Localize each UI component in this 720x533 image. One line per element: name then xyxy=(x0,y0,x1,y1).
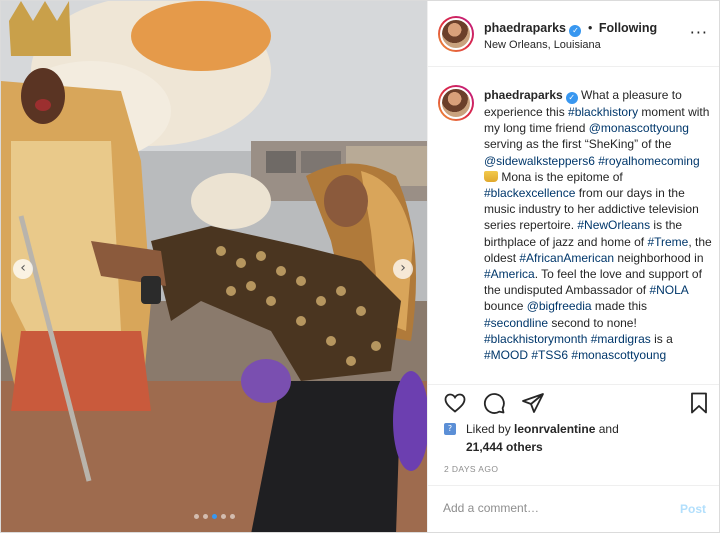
caption-hashtag-link[interactable]: #blackexcellence xyxy=(484,186,575,200)
caption-hashtag-link[interactable]: #TSS6 xyxy=(531,348,568,362)
following-button[interactable]: Following xyxy=(599,21,657,35)
caption-author-username[interactable]: phaedraparks xyxy=(484,88,563,102)
caption-text: neighborhood in xyxy=(614,250,704,265)
post-header: phaedraparks ✓ • Following New Orleans, … xyxy=(428,1,719,67)
caption-hashtag-link[interactable]: #secondline xyxy=(484,316,548,330)
post-side-panel: phaedraparks ✓ • Following New Orleans, … xyxy=(427,1,719,532)
carousel-prev-button[interactable]: ‹ xyxy=(13,259,33,279)
caption-section: phaedraparks ✓ What a pleasure to experie… xyxy=(428,67,719,383)
caption-hashtag-link[interactable]: #blackhistory xyxy=(568,105,638,119)
caption-hashtag-link[interactable]: #royalhomecoming xyxy=(598,154,699,168)
caption-hashtag-link[interactable]: #America xyxy=(484,267,535,281)
caption-hashtag-link[interactable]: #monascottyoung xyxy=(571,348,666,362)
comment-input[interactable] xyxy=(443,501,663,515)
caption-mention-link[interactable]: @monascottyoung xyxy=(589,121,689,135)
heart-icon[interactable] xyxy=(443,391,467,415)
carousel-dot xyxy=(220,514,226,519)
caption-hashtag-link[interactable]: #AfricanAmerican xyxy=(519,251,614,265)
carousel-dot xyxy=(211,514,217,519)
comment-icon[interactable] xyxy=(482,391,506,415)
caption-text: made this xyxy=(591,299,647,314)
action-bar xyxy=(428,384,719,424)
caption-hashtag-link[interactable]: #MOOD xyxy=(484,348,528,362)
carousel-indicator xyxy=(1,514,427,519)
liked-by-line: Liked by leonrvalentine and xyxy=(466,422,619,436)
caption-hashtag-link[interactable]: #Treme xyxy=(647,235,688,249)
caption-text: second to none! xyxy=(548,315,637,330)
carousel-dot xyxy=(229,514,235,519)
share-icon[interactable] xyxy=(521,391,545,415)
comment-composer: Post xyxy=(428,485,719,532)
likes-count-link[interactable]: 21,444 others xyxy=(466,440,543,454)
parade-photo-illustration xyxy=(1,1,427,532)
caption-hashtag-link[interactable]: #NOLA xyxy=(649,283,688,297)
liked-by-prefix: Liked by xyxy=(466,422,515,436)
liker-avatar[interactable]: ? xyxy=(444,423,456,435)
caption-hashtag-link[interactable]: #mardigras xyxy=(591,332,651,346)
caption-hashtag-link[interactable]: #blackhistorymonth xyxy=(484,332,587,346)
caption-mention-link[interactable]: @sidewalksteppers6 xyxy=(484,154,595,168)
caption-text: bounce xyxy=(484,299,527,314)
author-line: phaedraparks ✓ • Following xyxy=(484,21,657,37)
caption-text: Mona is the epitome of xyxy=(498,169,623,184)
post-location[interactable]: New Orleans, Louisiana xyxy=(484,39,601,51)
caption-avatar[interactable] xyxy=(438,85,474,121)
post-comment-button[interactable]: Post xyxy=(680,502,706,516)
caption-text: serving as the first “SheKing” of the xyxy=(484,137,672,152)
separator-dot: • xyxy=(587,21,593,35)
carousel-dot xyxy=(193,514,199,519)
liked-by-user[interactable]: leonrvalentine xyxy=(514,422,595,436)
caption-hashtag-link[interactable]: #NewOrleans xyxy=(577,218,650,232)
verified-badge-icon: ✓ xyxy=(569,25,582,37)
caption-mention-link[interactable]: @bigfreedia xyxy=(527,299,592,313)
caption-text: is a xyxy=(650,331,673,346)
post-window: ‹ › phaedraparks ✓ • Following New Orlea… xyxy=(0,0,720,533)
bookmark-icon[interactable] xyxy=(687,391,711,415)
author-username[interactable]: phaedraparks xyxy=(484,21,566,35)
more-options-icon[interactable]: ··· xyxy=(690,23,708,42)
carousel-dot xyxy=(202,514,208,519)
author-avatar[interactable] xyxy=(438,16,474,52)
post-timestamp[interactable]: 2 DAYS AGO xyxy=(444,464,498,474)
caption-verified-badge-icon: ✓ xyxy=(565,92,578,104)
crown-emoji-icon xyxy=(484,170,498,182)
liked-by-suffix: and xyxy=(595,422,619,436)
post-photo[interactable]: ‹ › xyxy=(1,1,427,532)
post-caption: phaedraparks ✓ What a pleasure to experie… xyxy=(484,87,714,363)
carousel-next-button[interactable]: › xyxy=(393,259,413,279)
